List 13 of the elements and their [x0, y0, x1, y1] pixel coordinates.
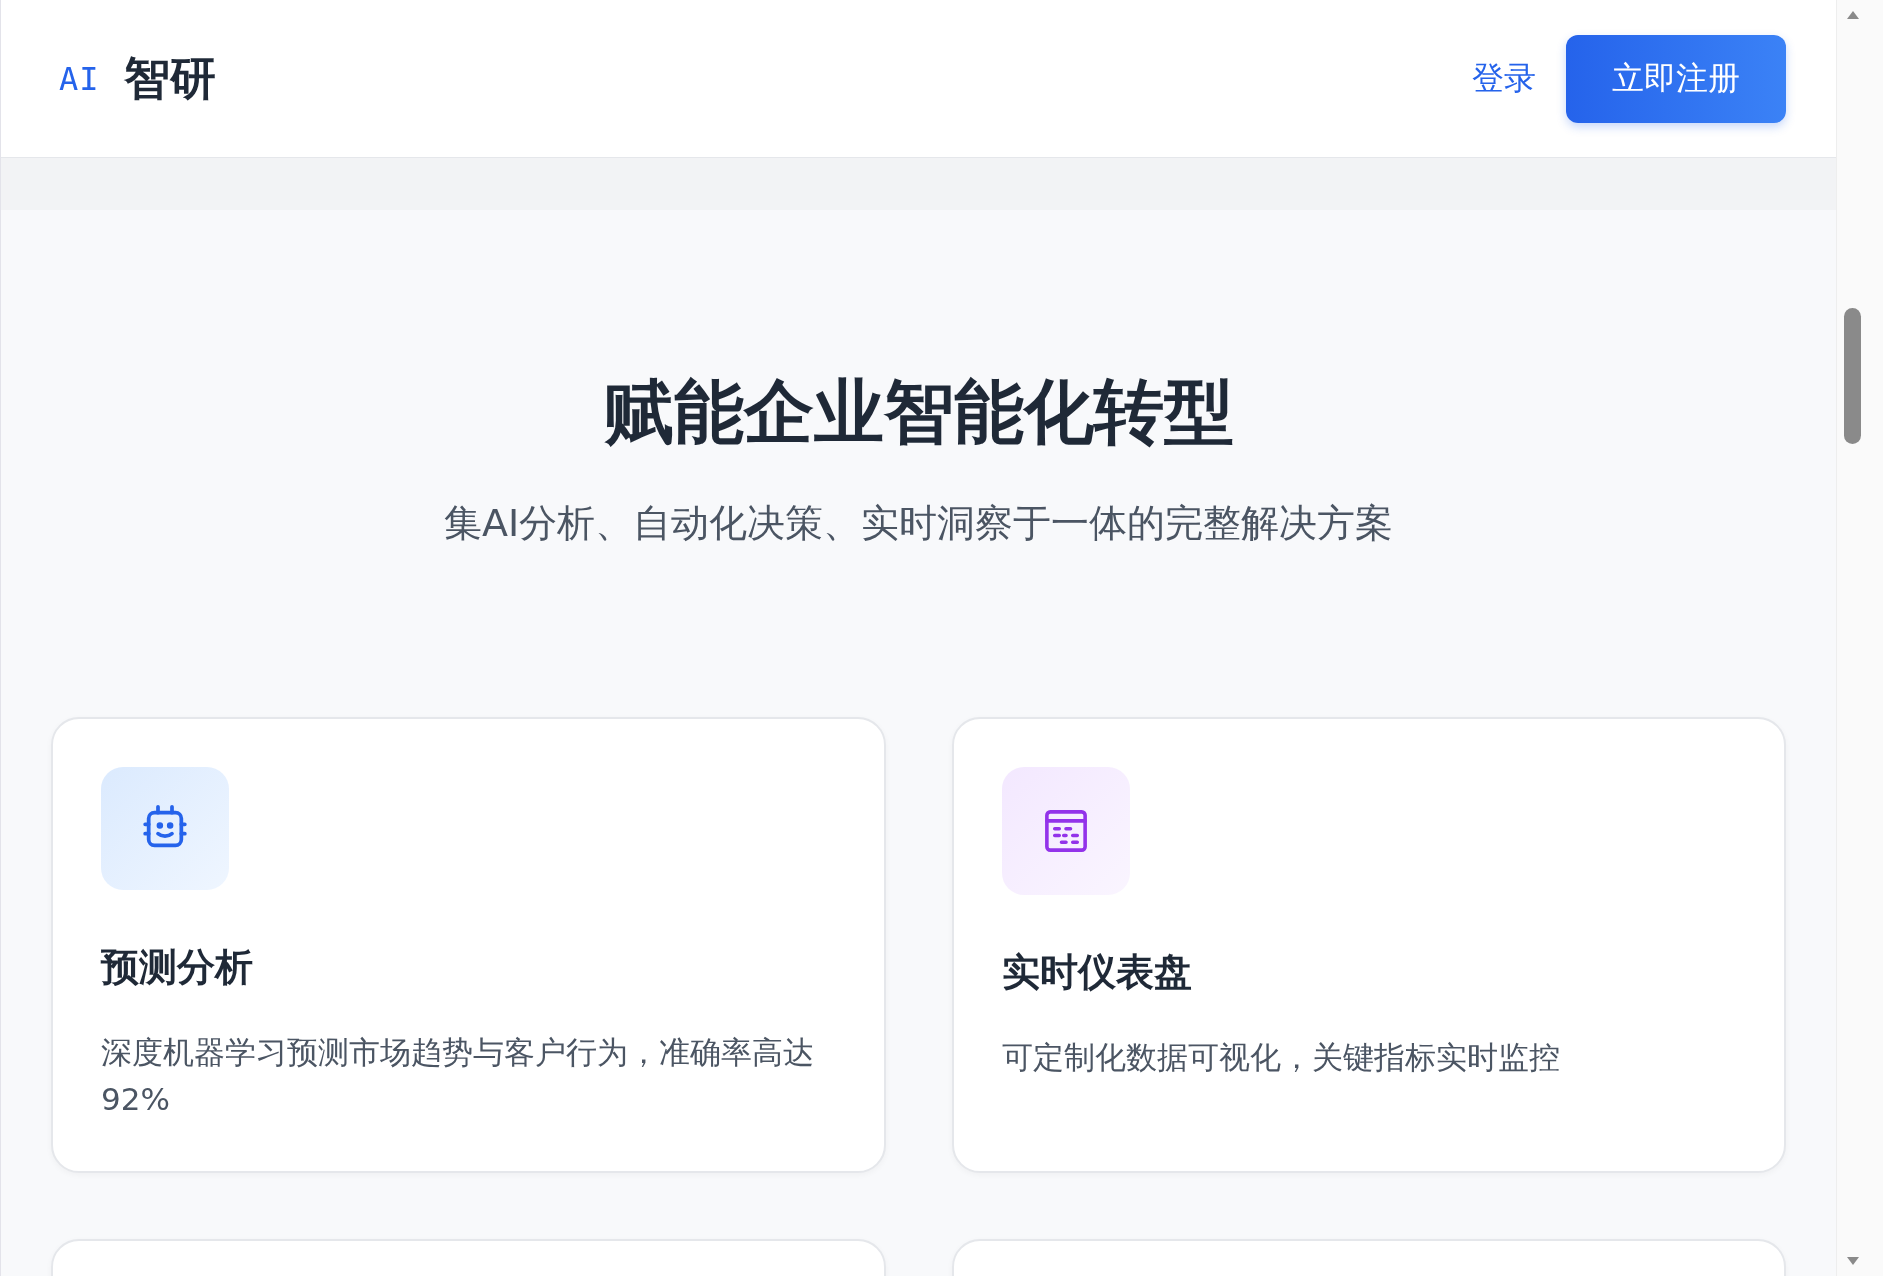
- hero-title: 赋能企业智能化转型: [603, 370, 1234, 455]
- login-link[interactable]: 登录: [1472, 56, 1536, 101]
- signup-button[interactable]: 立即注册: [1566, 34, 1786, 123]
- hero-subtitle: 集AI分析、自动化决策、实时洞察于一体的完整解决方案: [443, 500, 1394, 547]
- brand-name: 智研: [123, 49, 216, 107]
- scroll-up-icon[interactable]: [1846, 10, 1860, 20]
- scrollbar-thumb[interactable]: [1844, 308, 1861, 444]
- logo-mark: AI: [59, 59, 100, 98]
- feature-description: 可定制化数据可视化，关键指标实时监控: [1001, 1038, 1561, 1077]
- feature-description: 深度机器学习预测市场趋势与客户行为，准确率高达92%: [101, 1033, 815, 1119]
- scroll-down-icon[interactable]: [1846, 1256, 1860, 1266]
- feature-title: 预测分析: [101, 944, 254, 991]
- feature-title: 实时仪表盘: [1001, 949, 1193, 996]
